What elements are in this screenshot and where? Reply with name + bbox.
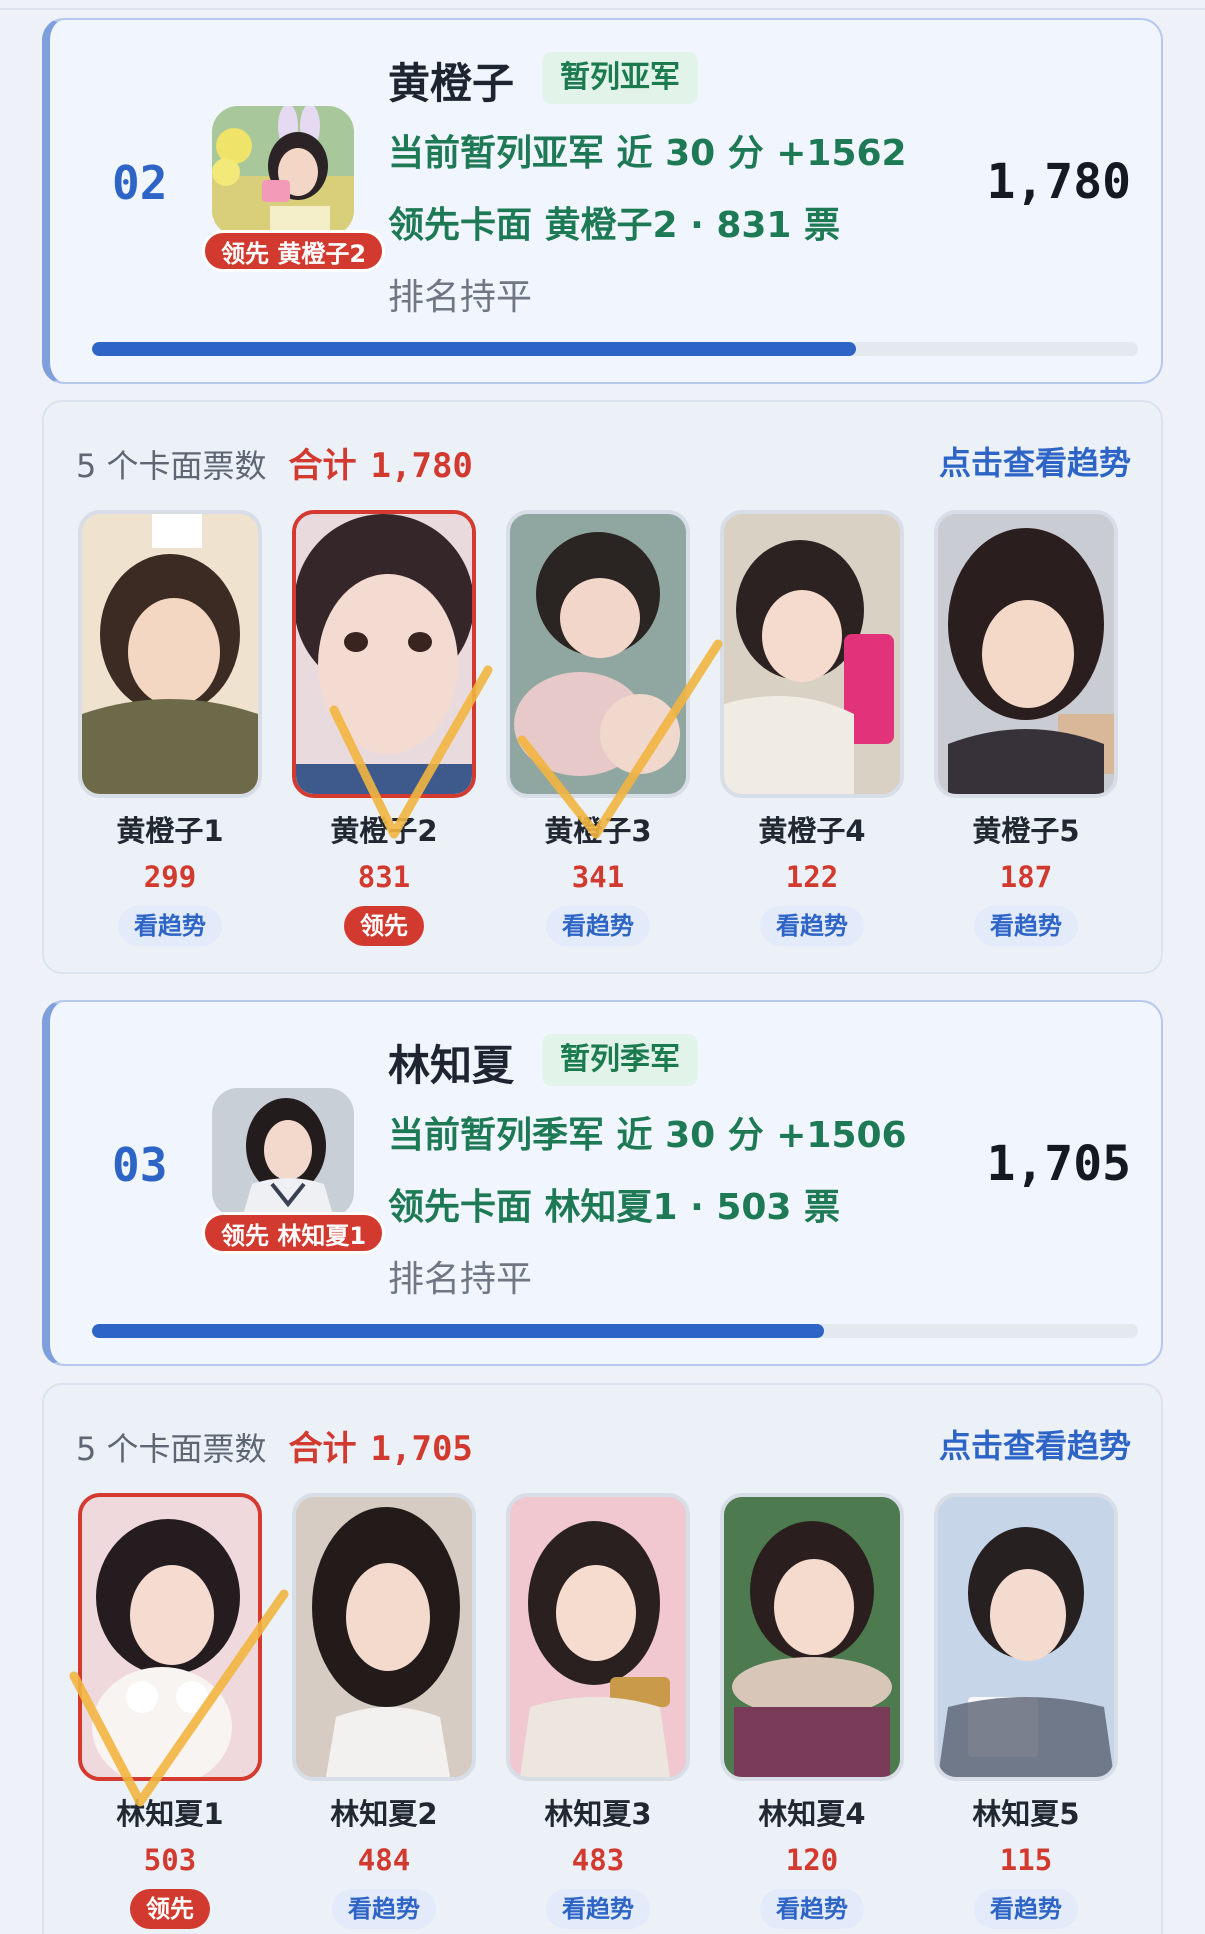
vote-card[interactable]: 黄橙子1 299 看趋势 [78, 510, 262, 950]
lead-badge: 领先 林知夏1 [202, 1212, 386, 1254]
status-line: 当前暂列亚军 近 30 分 +1562 [388, 133, 907, 174]
card-votes: 122 [785, 860, 839, 894]
total-votes: 1,705 [986, 1136, 1132, 1192]
card-name: 林知夏3 [544, 1797, 652, 1831]
place-badge: 暂列季军 [542, 1034, 698, 1086]
lead-card-line: 领先卡面 黄橙子2 · 831 票 [388, 205, 841, 246]
card-name: 黄橙子2 [330, 814, 438, 848]
view-trend-button[interactable]: 看趋势 [546, 906, 650, 946]
progress-fill [92, 1324, 825, 1338]
lead-tag: 领先 [344, 906, 424, 946]
avatar-group: 领先 林知夏1 [202, 1088, 386, 1268]
vote-card[interactable]: 黄橙子2 831 领先 [292, 510, 476, 950]
card-votes: 484 [357, 1843, 411, 1877]
card-photo [506, 1493, 690, 1781]
vote-card[interactable]: 林知夏1 503 领先 [78, 1493, 262, 1933]
total-label: 合计 [288, 1429, 357, 1469]
rank-number: 02 [112, 156, 168, 210]
contestant-name: 林知夏 [388, 1041, 515, 1090]
vote-card[interactable]: 林知夏2 484 看趋势 [292, 1493, 476, 1933]
card-photo [506, 510, 690, 798]
total-value: 1,780 [370, 446, 473, 486]
lead-card-line: 领先卡面 林知夏1 · 503 票 [388, 1187, 841, 1228]
total-label: 合计 [288, 446, 357, 486]
card-name: 黄橙子3 [544, 814, 652, 848]
rank-number: 03 [112, 1138, 168, 1192]
view-trend-link[interactable]: 点击查看趋势 [939, 438, 1131, 484]
card-photo [78, 510, 262, 798]
card-name: 黄橙子5 [972, 814, 1080, 848]
total-value: 1,705 [370, 1429, 473, 1469]
rank-card[interactable]: 02 领先 黄橙子2 黄橙子 暂列亚军 当前暂列亚军 近 30 分 +1562 … [42, 18, 1163, 384]
card-votes: 187 [999, 860, 1053, 894]
vote-card[interactable]: 黄橙子5 187 看趋势 [934, 510, 1118, 950]
card-photo [292, 510, 476, 798]
card-name: 黄橙子1 [116, 814, 224, 848]
view-trend-button[interactable]: 看趋势 [760, 1889, 864, 1929]
view-trend-button[interactable]: 看趋势 [118, 906, 222, 946]
view-trend-button[interactable]: 看趋势 [546, 1889, 650, 1929]
avatar [212, 1088, 354, 1218]
card-name: 林知夏5 [972, 1797, 1080, 1831]
card-votes: 483 [571, 1843, 625, 1877]
card-name: 林知夏2 [330, 1797, 438, 1831]
panel-total: 合计 1,705 [289, 1429, 473, 1469]
cards-panel: 5 个卡面票数 合计 1,705 点击查看趋势 林知夏1 503 领先 林知夏2… [42, 1383, 1163, 1934]
vote-card[interactable]: 黄橙子4 122 看趋势 [720, 510, 904, 950]
card-votes: 341 [571, 860, 625, 894]
lead-badge: 领先 黄橙子2 [202, 230, 386, 272]
card-photo [934, 510, 1118, 798]
place-badge: 暂列亚军 [542, 52, 698, 104]
view-trend-link[interactable]: 点击查看趋势 [939, 1421, 1131, 1467]
card-photo [720, 510, 904, 798]
avatar [212, 106, 354, 236]
panel-total: 合计 1,780 [289, 446, 473, 486]
card-name: 林知夏1 [116, 1797, 224, 1831]
view-trend-button[interactable]: 看趋势 [332, 1889, 436, 1929]
card-votes: 299 [143, 860, 197, 894]
card-name: 林知夏4 [758, 1797, 866, 1831]
rank-change: 排名持平 [388, 277, 533, 318]
view-trend-button[interactable]: 看趋势 [974, 906, 1078, 946]
vote-card[interactable]: 黄橙子3 341 看趋势 [506, 510, 690, 950]
vote-card[interactable]: 林知夏3 483 看趋势 [506, 1493, 690, 1933]
vote-card[interactable]: 林知夏5 115 看趋势 [934, 1493, 1118, 1933]
contestant-name: 黄橙子 [388, 59, 515, 108]
card-votes: 831 [357, 860, 411, 894]
card-photo [720, 1493, 904, 1781]
panel-header: 5 个卡面票数 合计 1,780 [76, 438, 473, 487]
card-count-label: 5 个卡面票数 [76, 447, 267, 485]
status-line: 当前暂列季军 近 30 分 +1506 [388, 1115, 907, 1156]
card-votes: 503 [143, 1843, 197, 1877]
total-votes: 1,780 [986, 154, 1132, 210]
panel-header: 5 个卡面票数 合计 1,705 [76, 1421, 473, 1470]
rank-card[interactable]: 03 领先 林知夏1 林知夏 暂列季军 当前暂列季军 近 30 分 +1506 … [42, 1000, 1163, 1366]
avatar-group: 领先 黄橙子2 [202, 106, 386, 286]
card-name: 黄橙子4 [758, 814, 866, 848]
view-trend-button[interactable]: 看趋势 [974, 1889, 1078, 1929]
top-divider [0, 8, 1205, 10]
card-photo [292, 1493, 476, 1781]
card-photo [934, 1493, 1118, 1781]
card-votes: 115 [999, 1843, 1053, 1877]
rank-change: 排名持平 [388, 1259, 533, 1300]
view-trend-button[interactable]: 看趋势 [760, 906, 864, 946]
progress-bar [92, 342, 1138, 356]
progress-fill [92, 342, 856, 356]
lead-tag: 领先 [130, 1889, 210, 1929]
card-photo [78, 1493, 262, 1781]
card-count-label: 5 个卡面票数 [76, 1430, 267, 1468]
vote-card[interactable]: 林知夏4 120 看趋势 [720, 1493, 904, 1933]
progress-bar [92, 1324, 1138, 1338]
card-votes: 120 [785, 1843, 839, 1877]
cards-panel: 5 个卡面票数 合计 1,780 点击查看趋势 黄橙子1 299 看趋势 黄橙子… [42, 400, 1163, 974]
